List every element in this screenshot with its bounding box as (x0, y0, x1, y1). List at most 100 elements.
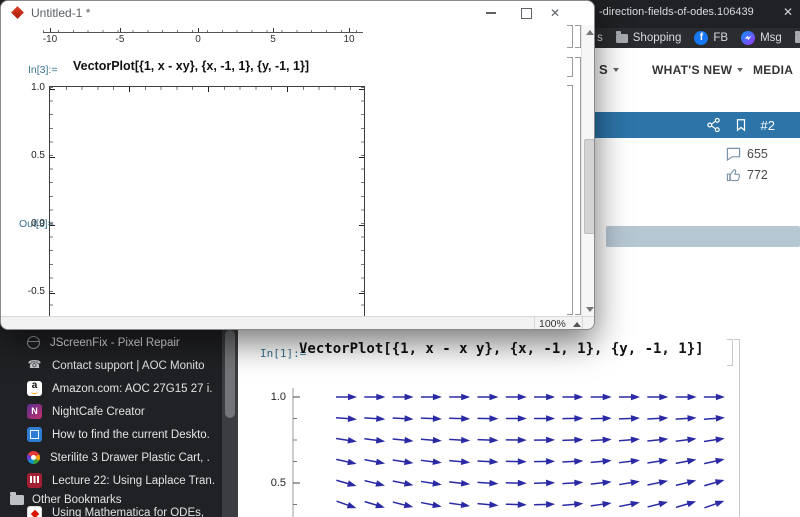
nav-item-forums[interactable]: S (599, 62, 619, 77)
vector-arrow (421, 394, 442, 401)
scrollbar-thumb[interactable] (225, 330, 235, 418)
vector-arrow (647, 436, 669, 445)
vector-arrow (364, 435, 386, 444)
scroll-up-icon[interactable] (582, 25, 595, 39)
vector-arrow (591, 415, 612, 422)
vector-arrow (449, 479, 471, 488)
bookmarks-bar-item[interactable]: FB (694, 31, 728, 45)
quote-header-bar[interactable] (606, 226, 800, 247)
other-bookmarks-label: Other Bookmarks (32, 494, 200, 506)
nav-item-label: WHAT'S NEW (652, 63, 732, 77)
bookmark-item[interactable]: JScreenFix - Pixel Repair (0, 331, 222, 354)
bookmark-item[interactable]: NightCafe Creator (0, 400, 222, 423)
likes-count: 772 (747, 168, 768, 182)
close-button[interactable]: ✕ (541, 1, 569, 25)
bookmarks-bar-item[interactable]: Shopping (616, 32, 682, 44)
cell-bracket[interactable] (567, 25, 573, 48)
nav-item-whats-new[interactable]: WHAT'S NEW (652, 63, 743, 77)
vector-arrow (478, 394, 499, 401)
vector-arrow (590, 500, 612, 509)
input-cell-code[interactable]: VectorPlot[{1, x - xy}, {x, -1, 1}, {y, … (73, 59, 309, 73)
vector-arrow (647, 457, 669, 467)
vector-arrow (477, 415, 498, 422)
zoom-level[interactable]: 100% (539, 318, 566, 330)
vector-arrow (534, 437, 555, 444)
facebook-icon (694, 31, 708, 45)
vector-field-plot (280, 380, 800, 517)
vector-arrow (449, 415, 470, 422)
axis-tick (198, 28, 199, 32)
window-titlebar[interactable]: Untitled-1 * ✕ (1, 1, 594, 25)
cell-bracket[interactable] (567, 57, 573, 77)
frame-y-label: 1.0 (15, 82, 45, 93)
vector-arrow (336, 414, 357, 422)
minimize-button[interactable] (477, 1, 505, 25)
nightcafe-icon (27, 404, 42, 419)
vector-arrow (619, 457, 641, 466)
frame-y-label: -0.5 (15, 286, 45, 297)
mit-icon (27, 473, 42, 488)
vector-arrow (704, 394, 725, 401)
vector-arrow (421, 415, 442, 422)
frame-y-label: 0.0 (15, 218, 45, 229)
input-cell-label: In[3]:= (28, 64, 57, 76)
frame-tick (208, 87, 209, 92)
folder-icon (616, 34, 628, 43)
chevron-down-icon (613, 68, 619, 72)
bookmark-label: Msg (760, 32, 782, 44)
folder-icon (795, 34, 800, 43)
bookmark-icon[interactable] (734, 117, 748, 133)
notebook-scrollbar[interactable] (581, 25, 595, 316)
cell-bracket[interactable] (734, 339, 740, 517)
scrollbar-thumb[interactable] (584, 139, 595, 234)
replies-stat[interactable]: 655 (726, 147, 768, 161)
vector-arrow (477, 436, 498, 443)
vector-arrow (506, 415, 527, 422)
likes-stat[interactable]: 772 (726, 168, 768, 182)
bookmark-item[interactable]: Amazon.com: AOC 27G15 27 i. (0, 377, 222, 400)
bookmark-item[interactable]: How to find the current Deskto. (0, 423, 222, 446)
other-bookmarks-row[interactable]: Other Bookmarks (0, 493, 222, 506)
vector-arrow (449, 394, 470, 401)
cell-bracket[interactable] (727, 339, 733, 366)
vector-arrow (364, 394, 385, 401)
share-icon[interactable] (706, 117, 721, 133)
vector-arrow (591, 394, 612, 401)
vector-arrow (675, 477, 697, 488)
bookmark-fragment[interactable]: s (597, 32, 603, 44)
post-number[interactable]: #2 (761, 118, 775, 133)
nav-item-media[interactable]: MEDIA (753, 63, 800, 77)
bookmarks-bar-item[interactable]: Msg (741, 31, 782, 45)
vector-arrow (364, 415, 385, 423)
vector-arrow (647, 499, 669, 510)
frame-tick (359, 157, 364, 158)
bookmark-item[interactable]: Lecture 22: Using Laplace Tran. (0, 469, 222, 492)
tab-title[interactable]: -direction-fields-of-odes.106439 (599, 6, 779, 18)
scroll-down-icon[interactable] (582, 302, 595, 316)
axis-tick (50, 28, 51, 32)
axis-tick-label: 0 (185, 34, 211, 45)
vector-arrow (477, 500, 498, 508)
vector-arrow (562, 500, 583, 508)
thumbs-up-icon (726, 168, 741, 182)
output-cell-bracket[interactable] (567, 85, 573, 315)
bookmarks-bar-item[interactable]: Tor (795, 32, 800, 44)
vector-arrow (477, 458, 498, 466)
bookmark-label: Amazon.com: AOC 27G15 27 i. (52, 383, 220, 395)
bookmark-item[interactable]: Using Mathematica for ODEs, (0, 506, 222, 517)
zoom-caret-icon[interactable] (573, 322, 581, 327)
previous-plot-axis (43, 32, 363, 33)
vector-arrow (506, 501, 527, 508)
bookmark-label: NightCafe Creator (52, 406, 220, 418)
maximize-button[interactable] (512, 1, 540, 25)
vector-arrow (336, 435, 358, 445)
tab-close-icon[interactable]: ✕ (783, 5, 793, 19)
axis-minor-ticks (43, 30, 363, 33)
vector-arrow (562, 458, 583, 466)
vector-arrow (392, 478, 414, 489)
bookmark-label: Lecture 22: Using Laplace Tran. (52, 475, 220, 487)
vector-arrow (534, 458, 555, 465)
bookmark-item[interactable]: Sterilite 3 Drawer Plastic Cart, . (0, 446, 222, 469)
vector-arrow (420, 499, 442, 510)
bookmark-item[interactable]: Contact support | AOC Monito (0, 354, 222, 377)
